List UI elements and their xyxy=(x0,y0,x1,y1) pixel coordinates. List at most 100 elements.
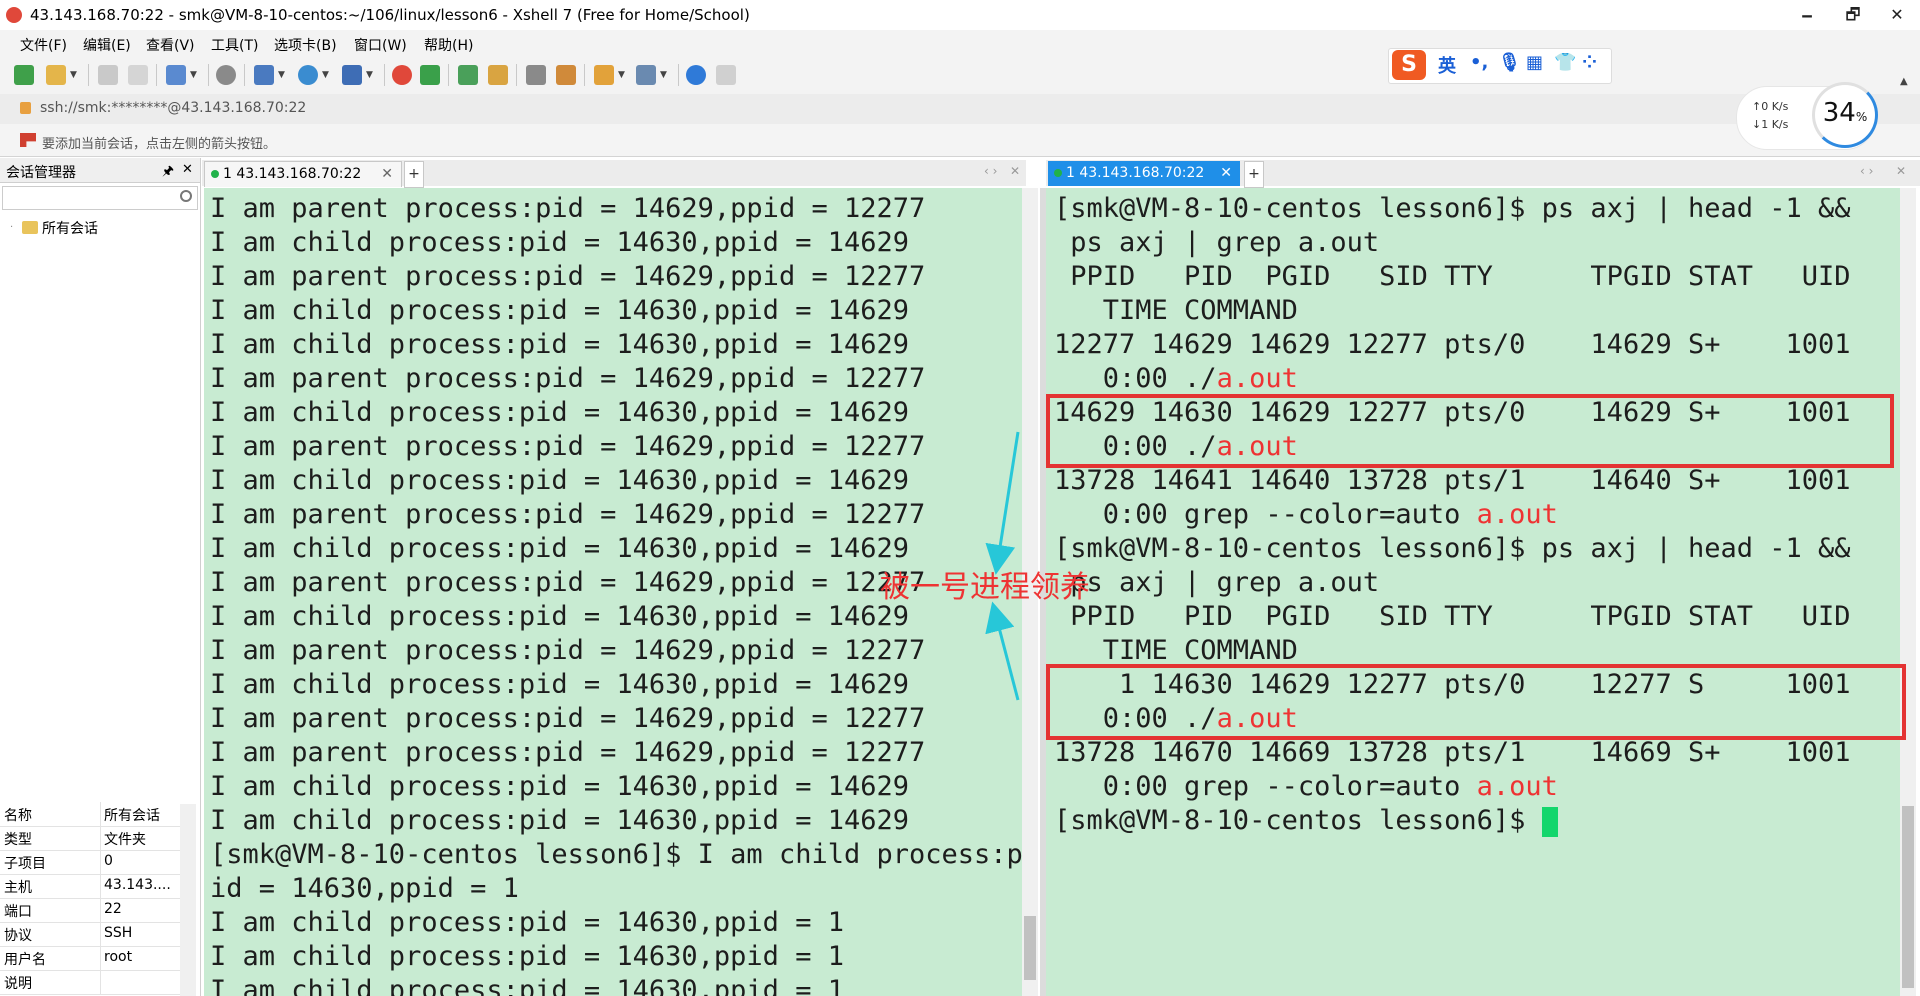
property-row: 端口 22 xyxy=(0,898,180,923)
highlight-icon[interactable] xyxy=(556,65,576,85)
menu-file[interactable]: 文件(F) xyxy=(20,35,67,55)
terminal-line: I am parent process:pid = 14629,ppid = 1… xyxy=(210,635,926,666)
new-tab-button[interactable]: + xyxy=(404,161,424,188)
font-icon[interactable] xyxy=(342,65,362,85)
terminal-line: I am child process:pid = 14630,ppid = 14… xyxy=(210,669,909,700)
layout-icon[interactable] xyxy=(254,65,274,85)
keyboard-icon[interactable]: ▦ xyxy=(1526,52,1543,73)
menu-view[interactable]: 查看(V) xyxy=(146,35,195,55)
scroll-thumb[interactable] xyxy=(1902,806,1914,988)
maximize-button[interactable]: 🗗 xyxy=(1830,0,1876,30)
chevron-down-icon[interactable]: ▼ xyxy=(618,70,625,80)
search-icon[interactable] xyxy=(180,190,192,202)
terminal-text: 0:00 grep --color=auto xyxy=(1054,771,1477,802)
close-button[interactable]: ✕ xyxy=(1874,0,1920,30)
property-key: 协议 xyxy=(4,928,32,944)
help-icon[interactable] xyxy=(686,65,706,85)
connected-dot-icon xyxy=(211,170,219,178)
right-terminal-scrollbar[interactable] xyxy=(1900,188,1916,996)
tree-item-all-sessions[interactable]: 所有会话 xyxy=(42,218,98,238)
terminal-line: I am child process:pid = 14630,ppid = 14… xyxy=(210,397,909,428)
terminal-line: I am child process:pid = 14630,ppid = 14… xyxy=(210,533,909,564)
properties-icon[interactable] xyxy=(166,65,186,85)
chevron-down-icon[interactable]: ▼ xyxy=(190,70,197,80)
connected-dot-icon xyxy=(1054,169,1062,177)
property-row: 名称 所有会话 xyxy=(0,802,180,827)
highlighted-match: a.out xyxy=(1476,499,1558,530)
window-title: 43.143.168.70:22 - smk@VM-8-10-centos:~/… xyxy=(30,6,750,24)
percent-unit: % xyxy=(1855,110,1868,124)
toolbar-separator xyxy=(516,64,517,86)
open-folder-icon[interactable] xyxy=(46,65,66,85)
terminal-line: 12277 14629 14629 12277 pts/0 14629 S+ 1… xyxy=(1054,328,1851,362)
apps-grid-icon[interactable]: ⁘ xyxy=(1582,52,1597,73)
property-value: 43.143.... xyxy=(104,877,171,893)
terminal-line: TIME COMMAND xyxy=(1054,294,1298,328)
reconnect-icon[interactable] xyxy=(98,65,118,85)
chevron-down-icon[interactable]: ▼ xyxy=(660,70,667,80)
menu-tools[interactable]: 工具(T) xyxy=(211,35,258,55)
minimize-button[interactable]: 🗕 xyxy=(1784,0,1830,30)
session-search-input[interactable] xyxy=(2,186,198,210)
tab-scroll-arrows[interactable]: ‹ › xyxy=(984,164,997,178)
session-manager-title: 会话管理器 xyxy=(6,165,76,181)
ime-language-toggle[interactable]: 英 xyxy=(1438,52,1456,78)
fullscreen-icon[interactable] xyxy=(458,65,478,85)
left-session-tab[interactable]: 1 43.143.168.70:22 ✕ xyxy=(204,161,402,187)
chat-icon[interactable] xyxy=(716,65,736,85)
chevron-down-icon[interactable]: ▼ xyxy=(70,70,77,80)
find-icon[interactable] xyxy=(216,65,236,85)
menu-window[interactable]: 窗口(W) xyxy=(354,35,407,55)
chevron-down-icon[interactable]: ▼ xyxy=(322,70,329,80)
keyboard-icon[interactable] xyxy=(526,65,546,85)
ime-punctuation-icon[interactable]: •, xyxy=(1470,52,1488,73)
properties-scrollbar[interactable] xyxy=(180,804,196,996)
terminal-text: 13728 14641 14640 13728 pts/1 14640 S+ 1… xyxy=(1054,465,1851,496)
right-session-tab[interactable]: 1 43.143.168.70:22 ✕ xyxy=(1048,161,1240,186)
new-session-icon[interactable] xyxy=(14,65,34,85)
menu-tabs[interactable]: 选项卡(B) xyxy=(274,35,337,55)
add-tab-icon[interactable] xyxy=(594,65,614,85)
upload-speed: ↑0 K/s xyxy=(1752,100,1789,113)
right-terminal[interactable]: [smk@VM-8-10-centos lesson6]$ ps axj | h… xyxy=(1046,188,1900,996)
xshell-icon[interactable] xyxy=(392,65,412,85)
skin-icon[interactable]: 👕 xyxy=(1554,52,1576,73)
property-value: 文件夹 xyxy=(104,832,146,848)
xftp-icon[interactable] xyxy=(420,65,440,85)
disconnect-icon[interactable] xyxy=(128,65,148,85)
tab-label: 1 43.143.168.70:22 xyxy=(1066,165,1205,181)
close-panel-icon[interactable]: ✕ xyxy=(182,162,193,177)
terminal-line: [smk@VM-8-10-centos lesson6]$ ps axj | h… xyxy=(1054,192,1851,226)
property-value: SSH xyxy=(104,925,133,941)
scroll-thumb[interactable] xyxy=(1024,916,1036,980)
chevron-down-icon[interactable]: ▼ xyxy=(366,70,373,80)
property-key: 子项目 xyxy=(4,856,46,872)
memory-percent[interactable]: 34% xyxy=(1812,98,1878,128)
tab-scroll-arrows[interactable]: ‹ › xyxy=(1860,164,1873,178)
close-tab-icon[interactable]: ✕ xyxy=(1896,164,1906,178)
close-tab-icon[interactable]: ✕ xyxy=(1010,164,1020,178)
globe-icon[interactable] xyxy=(298,65,318,85)
pin-icon[interactable]: 🖈 xyxy=(162,162,174,184)
terminal-line: I am parent process:pid = 14629,ppid = 1… xyxy=(210,703,926,734)
chevron-down-icon[interactable]: ▼ xyxy=(278,70,285,80)
sogou-logo-icon[interactable]: S xyxy=(1392,50,1426,80)
close-tab-icon[interactable]: ✕ xyxy=(381,162,393,187)
annotation-text: 被一号进程领养 xyxy=(880,570,1090,605)
terminal-text: 0:00 grep --color=auto xyxy=(1054,499,1477,530)
lock-icon[interactable] xyxy=(488,65,508,85)
menu-edit[interactable]: 编辑(E) xyxy=(83,35,131,55)
tile-windows-icon[interactable] xyxy=(636,65,656,85)
microphone-icon[interactable]: 🎙 xyxy=(1498,52,1521,73)
menu-help[interactable]: 帮助(H) xyxy=(424,35,473,55)
toolbar-scroll-up-icon[interactable]: ▲ xyxy=(1900,76,1908,87)
terminal-line: 0:00 ./a.out xyxy=(1054,362,1298,396)
new-tab-button[interactable]: + xyxy=(1244,161,1264,188)
tree-expander[interactable]: · xyxy=(10,222,13,233)
property-row: 说明 xyxy=(0,970,180,995)
property-row: 主机 43.143.... xyxy=(0,874,180,899)
annotation-arrows xyxy=(985,431,1020,701)
address-field[interactable]: ssh://smk:********@43.143.168.70:22 xyxy=(40,100,306,116)
close-tab-icon[interactable]: ✕ xyxy=(1220,161,1232,186)
toolbar-separator xyxy=(384,64,385,86)
